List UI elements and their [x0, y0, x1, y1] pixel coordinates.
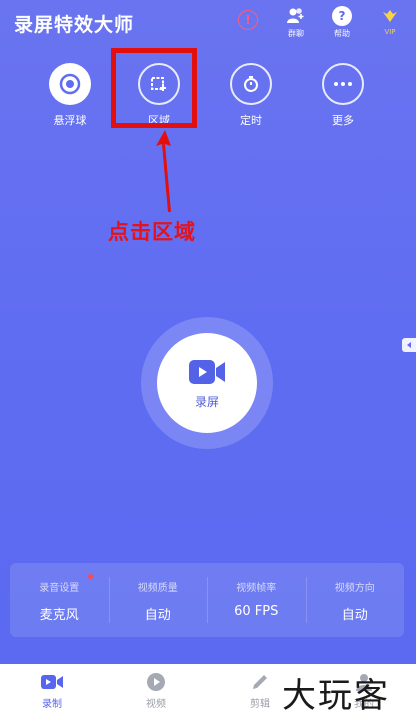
nav-label: 录制: [42, 699, 62, 710]
nav-video[interactable]: 视频: [104, 664, 208, 720]
video-camera-icon: [189, 359, 225, 384]
more-icon: [322, 63, 364, 105]
setting-key: 视频帧率: [236, 583, 277, 594]
vip-icon: [380, 6, 400, 26]
shortcut-label: 更多: [332, 114, 354, 127]
setting-quality[interactable]: 视频质量 自动: [108, 563, 208, 637]
alert-button[interactable]: !: [232, 6, 264, 30]
timer-icon: [230, 63, 272, 105]
app-title: 录屏特效大师: [14, 14, 135, 36]
setting-key: 视频方向: [334, 583, 375, 594]
record-button-ring: 录屏: [141, 317, 273, 449]
side-panel-handle[interactable]: [402, 338, 416, 352]
shortcut-more[interactable]: 更多: [313, 63, 373, 128]
annotation-text: 点击区域: [108, 219, 196, 244]
float-ball-icon: [49, 63, 91, 105]
setting-value: 自动: [341, 608, 368, 623]
group-chat-label: 群聊: [288, 29, 304, 38]
shortcut-label: 悬浮球: [53, 114, 87, 127]
setting-key: 视频质量: [137, 583, 178, 594]
annotation-arrow-icon: [156, 130, 171, 212]
help-label: 帮助: [334, 29, 350, 38]
help-button[interactable]: ? 帮助: [326, 6, 358, 39]
highlight-box: [111, 48, 197, 128]
chevron-left-icon: [407, 342, 411, 348]
setting-key: 录音设置: [39, 583, 80, 594]
nav-record[interactable]: 录制: [0, 664, 104, 720]
shortcut-timer[interactable]: 定时: [221, 63, 281, 128]
setting-audio[interactable]: 录音设置 麦克风: [10, 563, 109, 637]
setting-value: 自动: [144, 608, 171, 623]
shortcut-float-ball[interactable]: 悬浮球: [40, 63, 100, 128]
record-icon: [0, 672, 104, 692]
nav-label: 视频: [146, 699, 166, 710]
shortcut-label: 定时: [240, 114, 262, 127]
help-icon: ?: [332, 6, 352, 26]
video-play-icon: [104, 672, 208, 692]
watermark-text: 大玩客: [282, 676, 390, 716]
alert-icon: !: [238, 10, 258, 30]
vip-label: VIP: [384, 28, 396, 36]
group-chat-button[interactable]: 群聊: [280, 6, 312, 39]
setting-value: 麦克风: [39, 608, 79, 623]
record-button[interactable]: 录屏: [157, 333, 257, 433]
record-label: 录屏: [194, 394, 219, 409]
setting-framerate[interactable]: 视频帧率 60 FPS: [207, 563, 306, 637]
setting-value: 60 FPS: [234, 604, 279, 619]
vip-button[interactable]: VIP: [374, 6, 406, 36]
record-settings-panel: 录音设置 麦克风 视频质量 自动 视频帧率 60 FPS 视频方向 自动: [10, 563, 404, 637]
group-chat-icon: [286, 6, 306, 26]
setting-orientation[interactable]: 视频方向 自动: [305, 563, 405, 637]
